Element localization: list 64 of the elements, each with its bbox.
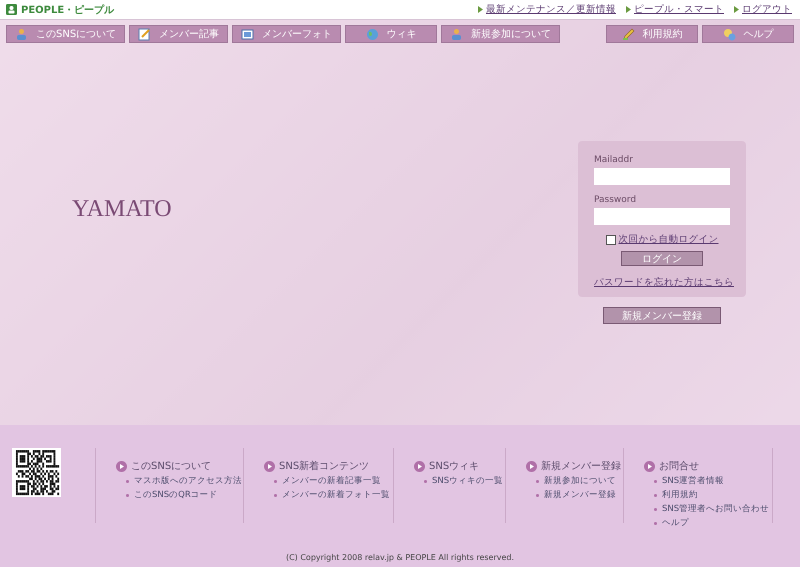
- bullet-icon: [654, 494, 657, 496]
- qr-code: [12, 448, 61, 497]
- footer-link[interactable]: ヘルプ: [662, 517, 689, 529]
- play-icon: [116, 460, 127, 472]
- pencil-icon: [622, 28, 634, 40]
- footer-link[interactable]: SNSウィキの一覧: [432, 475, 504, 487]
- footer-link[interactable]: 新規メンバー登録: [544, 489, 616, 501]
- nav-button[interactable]: このSNSについて: [6, 25, 126, 43]
- bullet-icon: [654, 508, 657, 510]
- footer-heading-link[interactable]: SNSウィキ: [429, 459, 480, 473]
- nav-button[interactable]: メンバーフォト: [232, 25, 342, 43]
- field-label: Password: [594, 195, 638, 205]
- bullet-icon: [274, 480, 277, 482]
- play-icon: [526, 460, 537, 472]
- bullet-icon: [274, 494, 277, 496]
- footer-heading-link[interactable]: このSNSについて: [131, 459, 212, 473]
- person-icon: [6, 4, 17, 15]
- forgot-password-link[interactable]: パスワードを忘れた方はこちら: [594, 277, 734, 288]
- help-icon: [722, 28, 736, 40]
- people-icon: [450, 28, 464, 40]
- bullet-icon: [126, 480, 129, 482]
- nav-button[interactable]: ヘルプ: [702, 25, 794, 43]
- nav-button[interactable]: 利用規約: [606, 25, 698, 43]
- footer-link[interactable]: メンバーの新着フォト一覧: [282, 489, 390, 501]
- field-label: Mailaddr: [594, 155, 634, 165]
- people-icon: [15, 28, 28, 40]
- nav-button[interactable]: 新規参加について: [441, 25, 560, 43]
- picture-icon: [241, 28, 254, 40]
- auto-login-label[interactable]: 次回から自動ログイン: [618, 233, 718, 246]
- play-icon: [264, 460, 275, 472]
- copyright-text: (C) Copyright 2008 relav.jp & PEOPLE All rights reserved.: [284, 553, 516, 564]
- footer-heading-link[interactable]: SNS新着コンテンツ: [279, 459, 370, 473]
- bullet-icon: [424, 480, 427, 482]
- play-icon: [414, 460, 425, 472]
- nav-button[interactable]: ウィキ: [345, 25, 438, 43]
- site-name: PEOPLE・ピープル: [21, 3, 114, 16]
- header-link[interactable]: 最新メンテナンス／更新情報: [486, 3, 616, 16]
- footer-heading-link[interactable]: 新規メンバー登録: [541, 459, 621, 473]
- notepad-icon: [138, 28, 152, 40]
- site-title: YAMATO: [72, 196, 172, 224]
- header-link[interactable]: ログアウト: [742, 3, 792, 16]
- footer-heading-link[interactable]: お問合せ: [659, 459, 699, 473]
- bullet-icon: [654, 522, 657, 524]
- mail-input[interactable]: [594, 168, 730, 185]
- footer-link[interactable]: SNS管理者へお問い合わせ: [662, 503, 770, 515]
- checkbox[interactable]: [606, 234, 616, 244]
- triangle-icon: [626, 6, 631, 13]
- footer-link[interactable]: このSNSのQRコード: [134, 489, 218, 501]
- bullet-icon: [654, 480, 657, 482]
- triangle-icon: [734, 6, 739, 13]
- bullet-icon: [536, 494, 539, 496]
- globe-icon: [366, 28, 379, 40]
- footer-link[interactable]: SNS運営者情報: [662, 475, 724, 487]
- bullet-icon: [126, 494, 129, 496]
- nav-button[interactable]: メンバー記事: [129, 25, 228, 43]
- footer-link[interactable]: 新規参加について: [544, 475, 616, 487]
- footer-link[interactable]: マスホ版へのアクセス方法: [134, 475, 242, 487]
- bullet-icon: [536, 480, 539, 482]
- footer-link[interactable]: 利用規約: [662, 489, 698, 501]
- triangle-icon: [478, 6, 483, 13]
- header-link[interactable]: ピープル・スマート: [634, 3, 724, 16]
- password-input[interactable]: [594, 208, 730, 225]
- footer-link[interactable]: メンバーの新着記事一覧: [282, 475, 381, 487]
- play-icon: [644, 460, 655, 472]
